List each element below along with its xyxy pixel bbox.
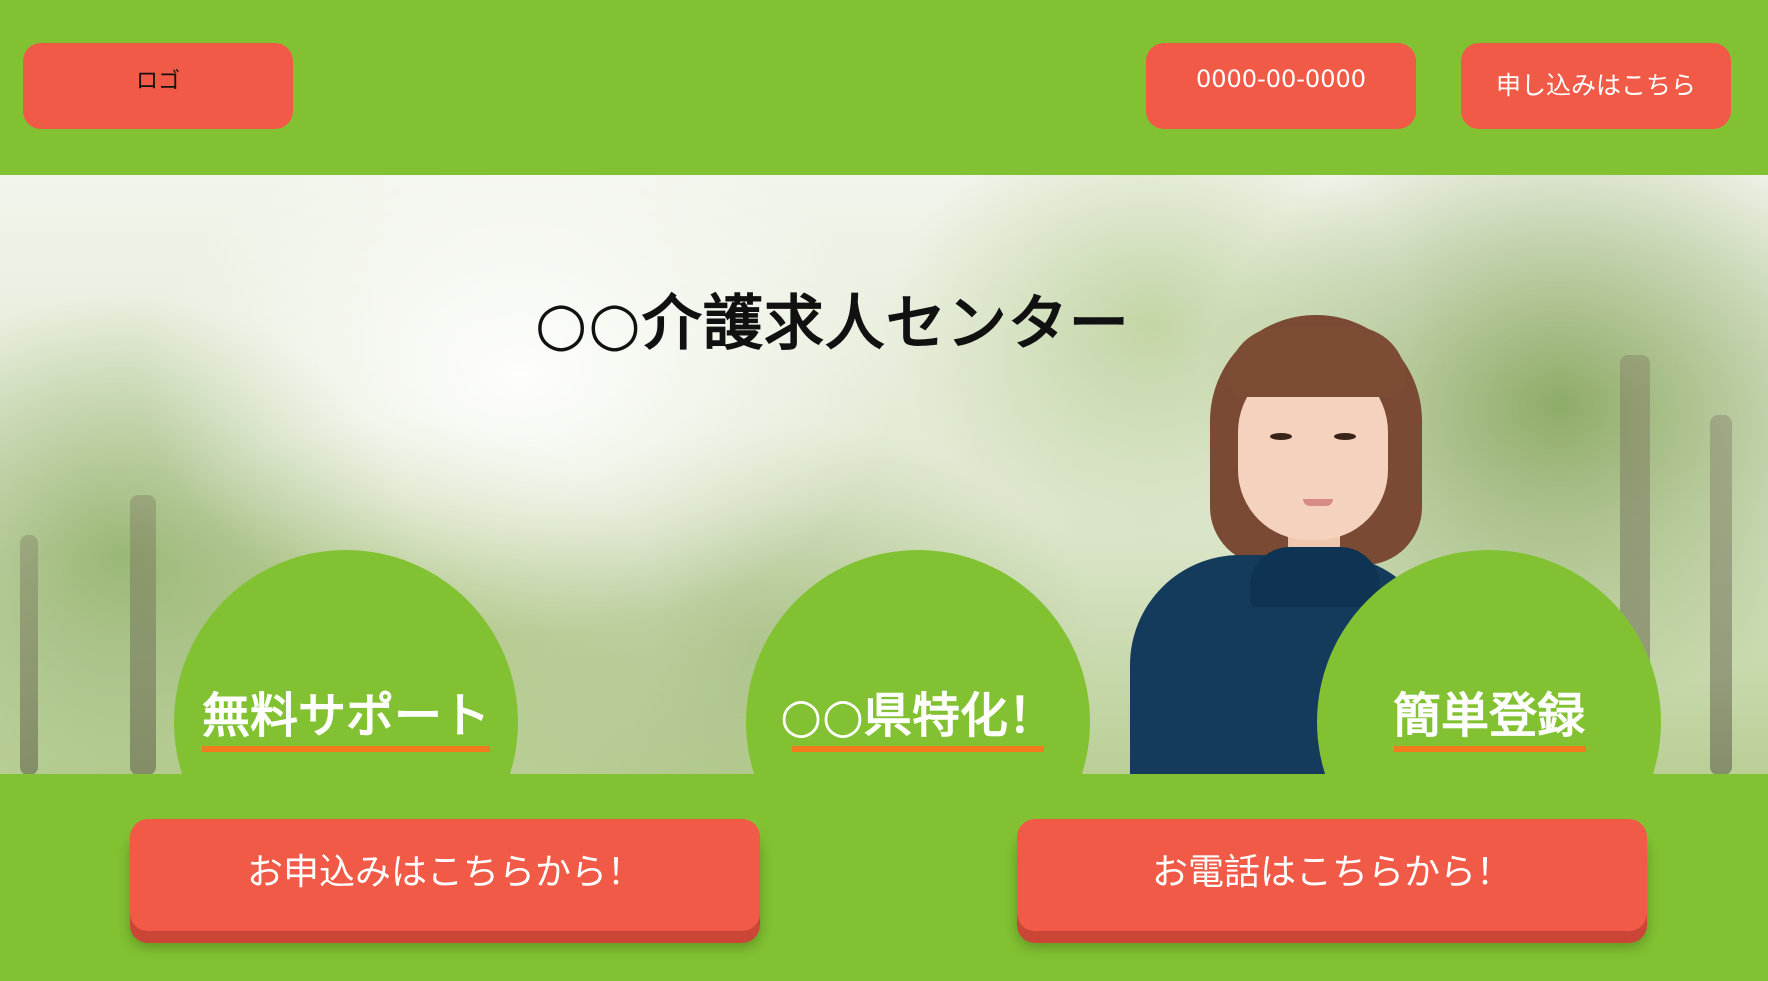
logo-button[interactable]: ロゴ <box>23 43 293 129</box>
feature-label: ○○県特化！ <box>780 688 1056 744</box>
background-tree-trunk <box>20 535 38 774</box>
background-tree-trunk <box>1710 415 1732 774</box>
apply-cta-button[interactable]: お申込みはこちらから！ <box>130 819 760 931</box>
feature-underline <box>202 746 490 752</box>
feature-prefecture-specialized: ○○県特化！ <box>746 550 1090 774</box>
feature-label: 簡単登録 <box>1392 688 1585 744</box>
site-header: ロゴ 0000-00-0000 申し込みはこちら <box>0 0 1768 175</box>
feature-underline <box>1394 746 1586 752</box>
feature-label: 無料サポート <box>201 688 490 744</box>
hero-banner: ○○介護求人センター 無料サポート ○○県特化！ 簡単登録 <box>0 175 1768 774</box>
feature-underline <box>792 746 1044 752</box>
apply-button[interactable]: 申し込みはこちら <box>1461 43 1731 129</box>
phone-cta-button[interactable]: お電話はこちらから！ <box>1017 819 1647 931</box>
hero-title: ○○介護求人センター <box>535 289 1130 359</box>
background-tree-trunk <box>130 495 156 774</box>
feature-free-support: 無料サポート <box>174 550 518 774</box>
phone-number-button[interactable]: 0000-00-0000 <box>1146 43 1416 129</box>
